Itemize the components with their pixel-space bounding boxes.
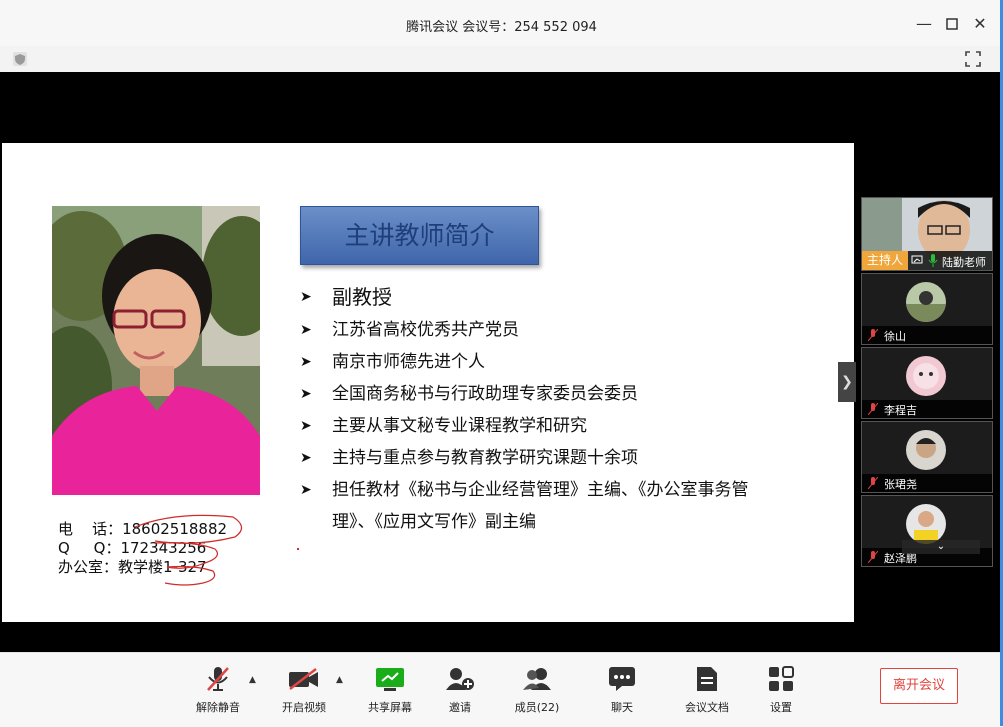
arrow-bullet-icon: ➤ [300, 354, 312, 370]
annotation-dot [297, 548, 299, 550]
avatar [906, 282, 946, 322]
mic-muted-icon [207, 667, 229, 691]
participant-name: 张珺尧 [884, 478, 917, 491]
list-item: ➤ 主持与重点参与教育教学研究课题十余项 [300, 442, 820, 474]
minimize-button[interactable]: — [912, 12, 936, 36]
list-item: ➤ 南京市师德先进个人 [300, 346, 820, 378]
annotation-scribble [134, 514, 243, 586]
arrow-bullet-icon: ➤ [300, 418, 312, 434]
document-icon [697, 667, 717, 691]
participant-tile[interactable]: 徐山 [861, 273, 993, 345]
chat-button[interactable]: 聊天 [590, 665, 654, 715]
screen-share-icon [911, 255, 923, 264]
close-button[interactable]: ✕ [968, 12, 992, 36]
arrow-bullet-icon: ➤ [300, 322, 312, 338]
start-video-button[interactable]: 开启视频 [272, 665, 336, 715]
maximize-button[interactable] [940, 12, 964, 36]
avatar [906, 430, 946, 470]
avatar [906, 356, 946, 396]
mic-muted-icon [868, 551, 878, 563]
secondary-bar [0, 46, 1003, 73]
window-title: 腾讯会议 会议号：254 552 094 [406, 20, 597, 35]
members-icon [523, 668, 551, 690]
list-item: ➤ 江苏省高校优秀共产党员 [300, 314, 820, 346]
chat-icon [609, 667, 635, 691]
invite-button[interactable]: 邀请 [428, 665, 492, 715]
mic-on-icon [928, 254, 938, 267]
slide-heading: 主讲教师简介 [300, 206, 539, 265]
list-item: ➤ 担任教材《秘书与企业经营管理》主编、《办公室事务管 [300, 474, 820, 506]
leave-meeting-button[interactable]: 离开会议 [880, 668, 958, 704]
participant-host[interactable]: 主持人 陆勤老师 [861, 197, 993, 271]
maximize-icon [946, 18, 958, 30]
participant-tile[interactable]: 张珺尧 [861, 421, 993, 493]
share-screen-icon [376, 668, 404, 691]
mic-muted-icon [868, 477, 878, 489]
teacher-photo [52, 206, 260, 495]
participant-tile[interactable]: 李程吉 [861, 347, 993, 419]
title-bar: 腾讯会议 会议号：254 552 094 — ✕ [0, 0, 1003, 46]
mic-muted-icon [868, 403, 878, 415]
arrow-bullet-icon: ➤ [300, 386, 312, 402]
meeting-toolbar: 解除静音 ▲ 开启视频 ▲ 共享屏幕 邀请 成员(22) 聊天 会议文档 设置 [0, 652, 1003, 727]
list-item: ➤ 主要从事文秘专业课程教学和研究 [300, 410, 820, 442]
chevron-down-icon: ⌄ [936, 541, 946, 552]
add-user-icon [446, 668, 474, 690]
participant-name: 李程吉 [884, 404, 917, 417]
participant-name: 徐山 [884, 330, 906, 343]
arrow-bullet-icon: ➤ [300, 450, 312, 466]
shield-icon[interactable] [13, 52, 27, 66]
chevron-right-icon: ❯ [841, 374, 853, 390]
unmute-button[interactable]: 解除静音 [186, 665, 250, 715]
meeting-docs-button[interactable]: 会议文档 [675, 665, 739, 715]
panel-toggle-button[interactable]: ❯ [838, 362, 856, 402]
list-item: ➤ 副教授 [300, 280, 820, 314]
bullet-list: ➤ 副教授 ➤ 江苏省高校优秀共产党员 ➤ 南京市师德先进个人 ➤ 全国商务秘书与行政助… [300, 280, 820, 538]
share-screen-button[interactable]: 共享屏幕 [358, 665, 422, 715]
grid-settings-icon [769, 666, 794, 691]
participant-tile[interactable]: 赵泽鹏 ⌄ [861, 495, 993, 567]
participant-name: 陆勤老师 [942, 256, 986, 269]
list-item: ➤ 全国商务秘书与行政助理专家委员会委员 [300, 378, 820, 410]
settings-button[interactable]: 设置 [749, 665, 813, 715]
list-item-continued: 理》、《应用文写作》副主编 [332, 512, 536, 532]
audio-options-caret[interactable]: ▲ [249, 675, 256, 685]
members-button[interactable]: 成员(22) [505, 665, 569, 715]
video-options-caret[interactable]: ▲ [336, 675, 343, 685]
host-badge: 主持人 [862, 251, 908, 270]
arrow-bullet-icon: ➤ [300, 482, 312, 498]
arrow-bullet-icon: ➤ [300, 289, 312, 305]
avatar [906, 504, 946, 544]
scroll-down-button[interactable]: ⌄ [902, 540, 980, 554]
video-off-icon [289, 668, 318, 690]
fullscreen-icon[interactable] [965, 51, 981, 67]
mic-muted-icon [868, 329, 878, 341]
